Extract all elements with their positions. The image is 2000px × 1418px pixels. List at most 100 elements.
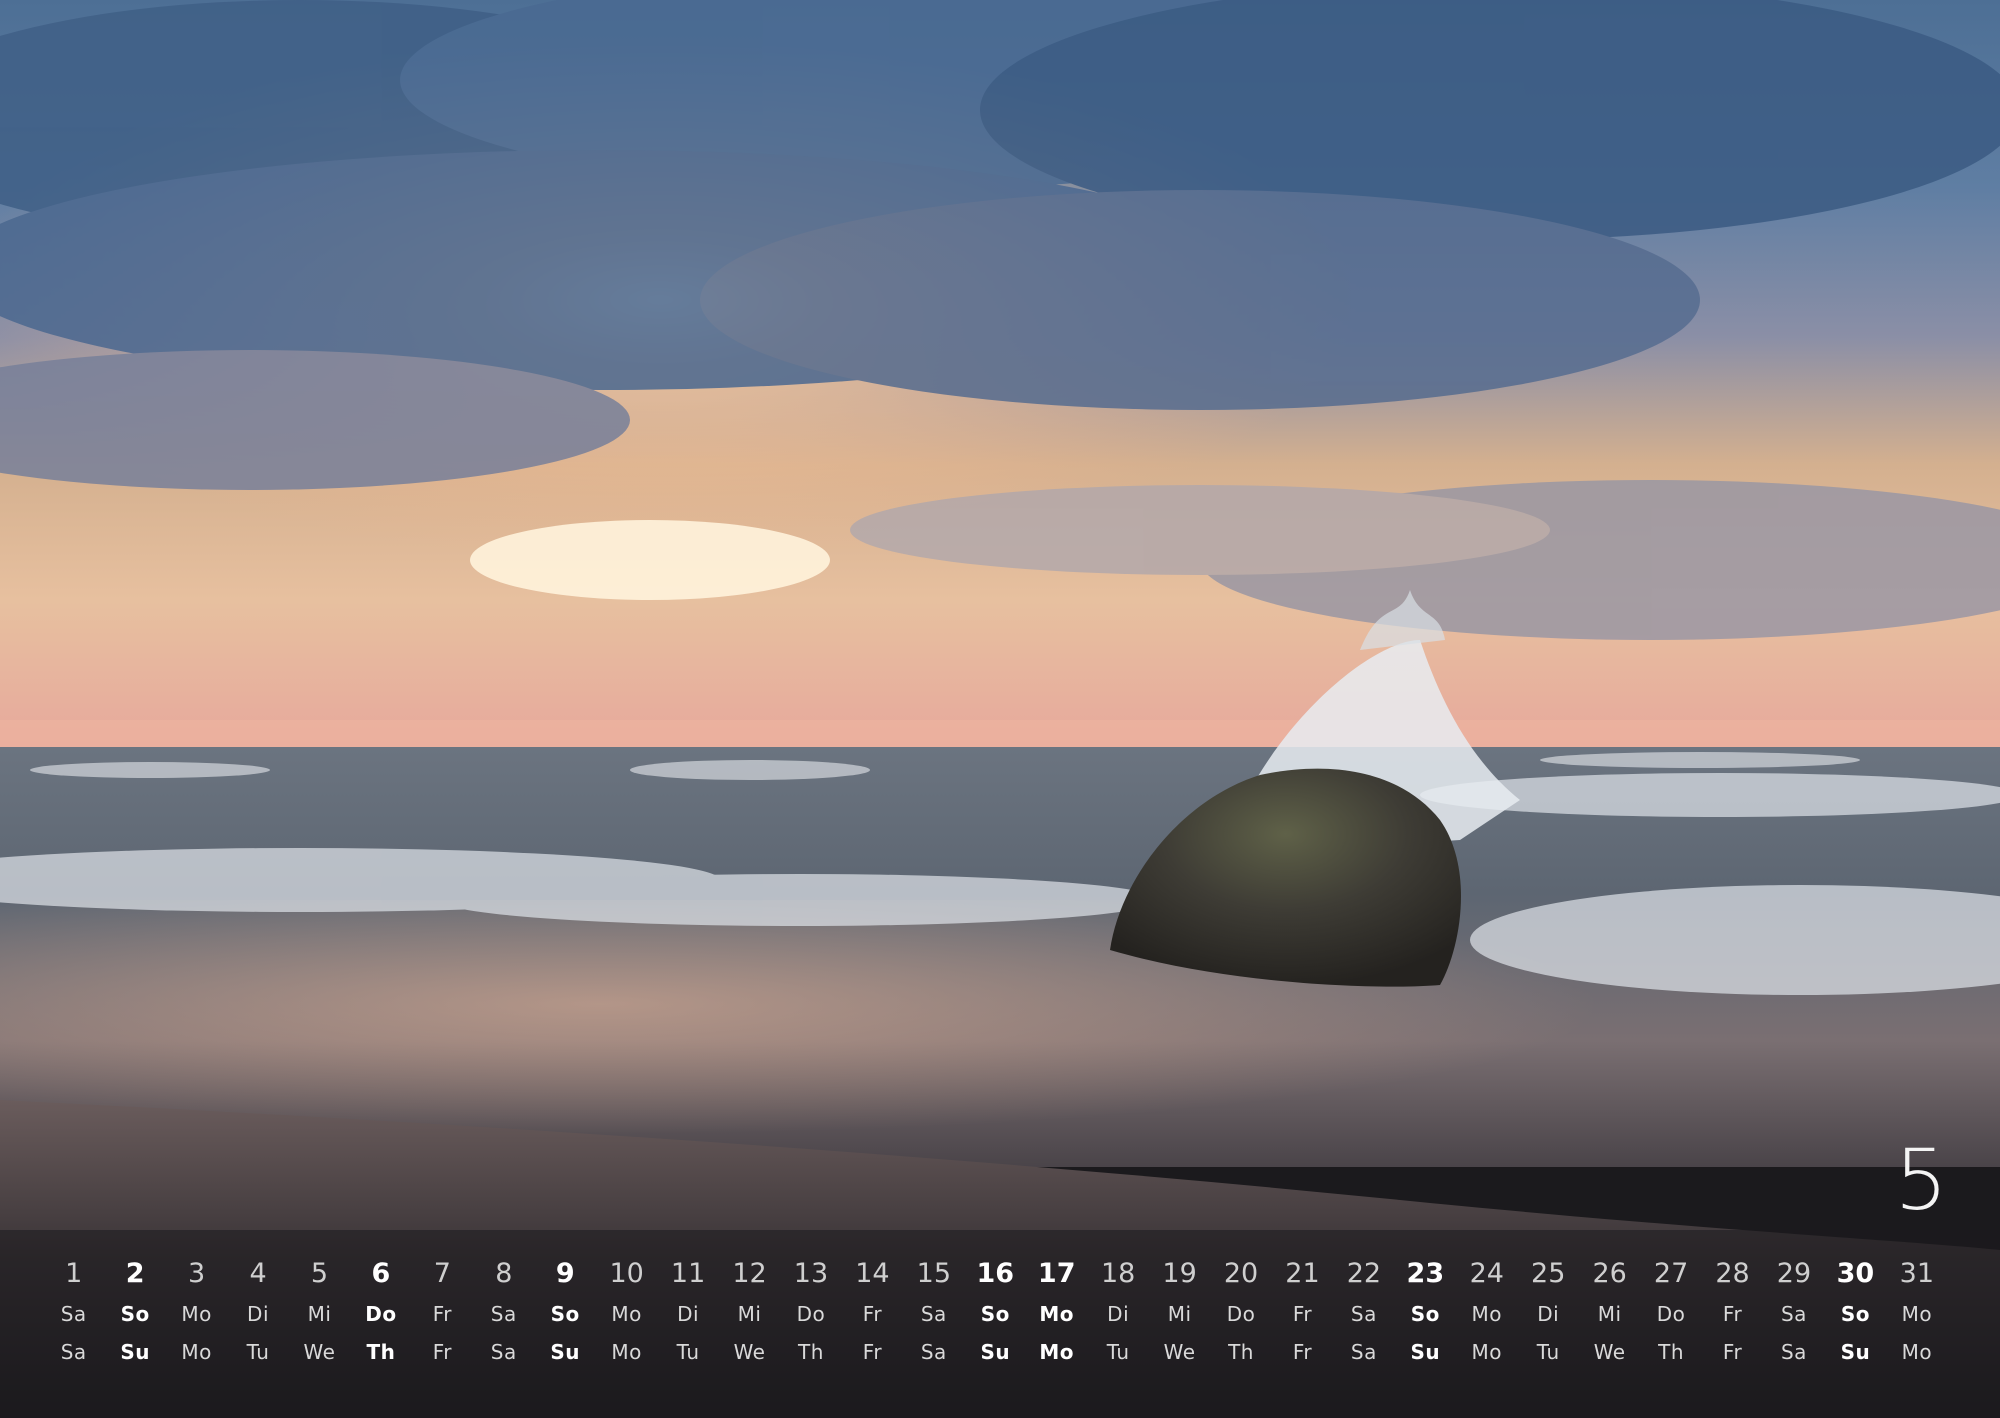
day-number: 9: [555, 1258, 575, 1289]
day-number: 31: [1899, 1258, 1935, 1289]
day-number: 20: [1223, 1258, 1259, 1289]
weekday-en: Tu: [1536, 1340, 1560, 1364]
day-number: 16: [976, 1258, 1015, 1289]
day-number: 6: [371, 1258, 391, 1289]
day-number: 14: [855, 1258, 890, 1289]
weekday-en: Th: [366, 1340, 396, 1364]
weekday-de: So: [120, 1302, 150, 1326]
day-number: 11: [670, 1258, 706, 1289]
weekday-en: Fr: [432, 1340, 452, 1364]
day-number: 18: [1100, 1258, 1136, 1289]
weekday-de: Fr: [1722, 1302, 1743, 1326]
weekday-de: Mi: [1597, 1302, 1622, 1326]
weekday-en: Th: [1658, 1340, 1685, 1364]
day-number: 1: [65, 1258, 83, 1289]
day-number: 27: [1653, 1258, 1689, 1289]
weekday-en: Th: [798, 1340, 824, 1364]
weekday-de: Mo: [1471, 1302, 1503, 1326]
weekday-de: Mi: [1167, 1302, 1192, 1326]
seascape-photo: [0, 0, 2000, 1418]
weekday-de: Di: [677, 1302, 700, 1326]
day-number: 26: [1592, 1258, 1627, 1289]
weekday-de: Sa: [490, 1302, 517, 1326]
day-number: 25: [1531, 1258, 1566, 1289]
day-number: 21: [1285, 1258, 1320, 1289]
weekday-de: Do: [365, 1302, 397, 1326]
weekday-en: We: [1163, 1340, 1196, 1364]
day-number: 29: [1776, 1258, 1812, 1289]
day-number: 4: [249, 1258, 267, 1289]
weekday-de: Sa: [60, 1302, 87, 1326]
day-number: 2: [125, 1258, 145, 1289]
weekday-en: Mo: [611, 1340, 642, 1364]
day-number: 5: [310, 1258, 329, 1289]
weekday-en: Mo: [1471, 1340, 1503, 1364]
weekday-de: So: [1410, 1302, 1440, 1326]
weekday-en: Fr: [1292, 1340, 1313, 1364]
weekday-en: Su: [550, 1340, 581, 1364]
weekday-de: Sa: [920, 1302, 947, 1326]
weekday-de: Di: [247, 1302, 270, 1326]
day-number: 12: [732, 1258, 767, 1289]
day-number: 30: [1836, 1258, 1875, 1289]
weekday-en: Fr: [862, 1340, 883, 1364]
weekday-en: Tu: [246, 1340, 270, 1364]
weekday-en: Fr: [1722, 1340, 1743, 1364]
weekday-de: Mo: [181, 1302, 212, 1326]
weekday-de: So: [1840, 1302, 1870, 1326]
weekdays-german-row: Sa So Mo Di Mi Do Fr Sa So Mo Di Mi Do Fr Sa So Mo Di Mi Do…: [43, 1295, 1977, 1333]
weekday-en: Su: [120, 1340, 150, 1364]
weekday-en: Sa: [1350, 1340, 1377, 1364]
weekday-en: Sa: [60, 1340, 87, 1364]
day-number: 17: [1037, 1258, 1076, 1289]
weekday-de: So: [550, 1302, 580, 1326]
weekday-de: Mo: [1901, 1302, 1933, 1326]
day-numbers-row: 1 2 3 4 5 6 7 8 9 10 11 12 13 14 15 16 17 18 19 20 21 22 23 24 2…: [43, 1253, 1977, 1295]
day-number: 7: [433, 1258, 451, 1289]
weekdays-english-row: Sa Su Mo Tu We Th Fr Sa Su Mo Tu We Th Fr Sa Su Mo Tu We Th…: [43, 1333, 1977, 1371]
weekday-de: Fr: [1292, 1302, 1313, 1326]
weekday-de: Do: [796, 1302, 826, 1326]
day-number: 22: [1346, 1258, 1382, 1289]
month-number: 5: [1894, 1131, 1948, 1229]
weekday-de: So: [980, 1302, 1010, 1326]
calendar-page: 5 1 2 3 4 5 6 7 8 9 10 11 12 13 14 15 16 17 18 19 20 21 22 23 2…: [0, 0, 2000, 1418]
weekday-de: Sa: [1350, 1302, 1377, 1326]
weekday-en: Th: [1228, 1340, 1254, 1364]
weekday-de: Mo: [611, 1302, 642, 1326]
weekday-en: Su: [1410, 1340, 1441, 1364]
weekday-de: Sa: [1780, 1302, 1807, 1326]
day-number: 24: [1469, 1258, 1504, 1289]
weekday-de: Mi: [307, 1302, 332, 1326]
weekday-de: Fr: [432, 1302, 452, 1326]
weekday-en: Mo: [1039, 1340, 1075, 1364]
weekday-de: Di: [1537, 1302, 1560, 1326]
day-number: 23: [1406, 1258, 1445, 1289]
day-number: 10: [609, 1258, 644, 1289]
weekday-de: Mo: [1039, 1302, 1075, 1326]
weekday-en: Mo: [181, 1340, 212, 1364]
weekday-de: Do: [1226, 1302, 1256, 1326]
calendar-strip: 1 2 3 4 5 6 7 8 9 10 11 12 13 14 15 16 17 18 19 20 21 22 23 24 2…: [43, 1253, 1977, 1371]
day-number: 3: [188, 1258, 206, 1289]
weekday-en: We: [1593, 1340, 1626, 1364]
weekday-en: Su: [980, 1340, 1011, 1364]
weekday-en: We: [733, 1340, 766, 1364]
weekday-de: Di: [1107, 1302, 1130, 1326]
weekday-en: Sa: [920, 1340, 947, 1364]
day-number: 8: [495, 1258, 513, 1289]
day-number: 13: [793, 1258, 829, 1289]
weekday-en: We: [303, 1340, 336, 1364]
day-number: 19: [1162, 1258, 1197, 1289]
weekday-en: Sa: [1780, 1340, 1807, 1364]
weekday-en: Sa: [490, 1340, 517, 1364]
weekday-de: Fr: [862, 1302, 883, 1326]
weekday-de: Mi: [737, 1302, 762, 1326]
weekday-en: Mo: [1901, 1340, 1933, 1364]
day-number: 28: [1715, 1258, 1750, 1289]
weekday-en: Tu: [676, 1340, 700, 1364]
day-number: 15: [916, 1258, 952, 1289]
weekday-en: Tu: [1106, 1340, 1130, 1364]
weekday-en: Su: [1840, 1340, 1871, 1364]
weekday-de: Do: [1656, 1302, 1686, 1326]
